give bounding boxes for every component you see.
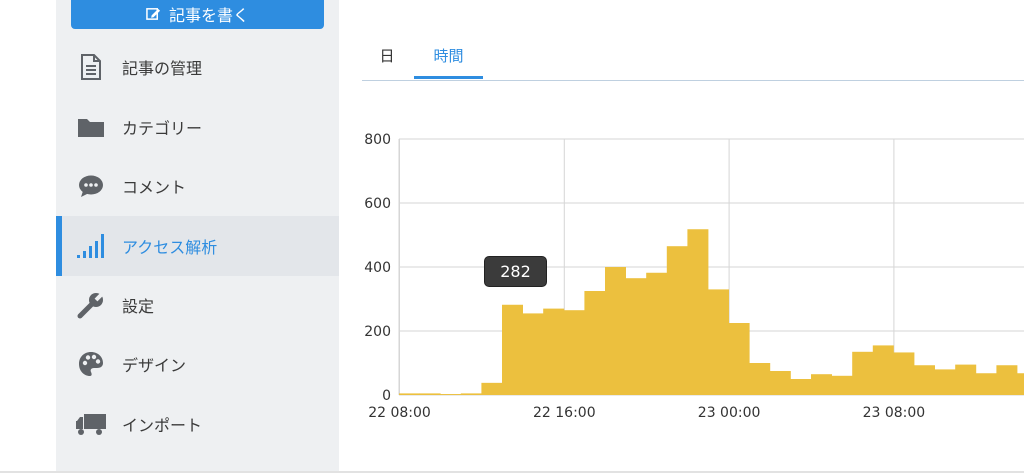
chart-bar bbox=[687, 229, 709, 395]
chart-bar bbox=[769, 371, 791, 395]
chart-bar bbox=[481, 382, 503, 395]
chart-tooltip: 282 bbox=[484, 256, 547, 287]
comment-icon bbox=[74, 171, 108, 201]
sidebar-item-label: アクセス解析 bbox=[122, 238, 218, 257]
tab-day[interactable]: 日 bbox=[372, 32, 402, 79]
signal-bars-icon bbox=[74, 231, 108, 261]
sidebar: 記事を書く 記事の管理 カテゴリー コメント アクセス解析 設定 デザイン イン… bbox=[56, 0, 339, 473]
chart-bar bbox=[1017, 373, 1024, 395]
sidebar-item-access-analytics[interactable]: アクセス解析 bbox=[56, 216, 339, 276]
sidebar-item-import[interactable]: インポート bbox=[56, 394, 339, 454]
palette-icon bbox=[74, 349, 108, 379]
chart-bar bbox=[872, 345, 894, 395]
tooltip-value: 282 bbox=[500, 262, 531, 281]
sidebar-item-comment[interactable]: コメント bbox=[56, 156, 339, 216]
sidebar-item-article-management[interactable]: 記事の管理 bbox=[56, 37, 339, 97]
sidebar-item-label: インポート bbox=[122, 416, 203, 435]
x-tick-label: 22 08:00 bbox=[368, 405, 431, 421]
chart-bar bbox=[975, 373, 997, 395]
tab-hour[interactable]: 時間 bbox=[414, 32, 483, 79]
chart-bar bbox=[852, 351, 874, 395]
truck-icon bbox=[74, 409, 108, 439]
chart-bar bbox=[522, 313, 544, 395]
chart-bar bbox=[996, 365, 1018, 395]
x-tick-label: 23 00:00 bbox=[698, 405, 761, 421]
chart-bar bbox=[831, 375, 853, 395]
y-tick-label: 200 bbox=[364, 324, 391, 340]
chart-bar bbox=[749, 363, 771, 395]
edit-icon bbox=[146, 8, 161, 20]
chart-bar bbox=[460, 393, 482, 395]
chart-bar bbox=[790, 379, 812, 395]
sidebar-item-label: デザイン bbox=[122, 356, 187, 375]
chart-bar bbox=[625, 278, 647, 395]
folder-icon bbox=[74, 112, 108, 142]
chart-bar bbox=[893, 352, 915, 395]
chart-bar bbox=[543, 308, 565, 395]
chart-bar bbox=[914, 365, 935, 395]
chart-bar bbox=[666, 246, 688, 395]
sidebar-item-label: 記事の管理 bbox=[122, 59, 203, 78]
chart-bar bbox=[419, 393, 441, 395]
y-tick-label: 600 bbox=[364, 196, 391, 212]
chart-bar bbox=[646, 272, 668, 395]
chart-bar bbox=[502, 304, 523, 395]
y-tick-label: 800 bbox=[364, 132, 391, 148]
sidebar-item-label: カテゴリー bbox=[122, 119, 203, 138]
tab-bar: 日 時間 bbox=[362, 32, 1024, 81]
sidebar-item-settings[interactable]: 設定 bbox=[56, 275, 339, 335]
chart-bar bbox=[399, 393, 420, 395]
sidebar-item-label: 設定 bbox=[122, 297, 155, 316]
chart-bar bbox=[955, 364, 977, 395]
chart-bar bbox=[811, 374, 832, 395]
write-article-button[interactable]: 記事を書く bbox=[71, 0, 324, 29]
sidebar-item-design[interactable]: デザイン bbox=[56, 334, 339, 394]
sidebar-item-label: コメント bbox=[122, 178, 187, 197]
x-tick-label: 23 08:00 bbox=[863, 405, 926, 421]
x-tick-label: 22 16:00 bbox=[533, 405, 596, 421]
write-article-label: 記事を書く bbox=[168, 5, 249, 25]
chart-bar bbox=[934, 369, 956, 395]
chart-bar bbox=[584, 291, 606, 395]
access-chart: 0 200 400 600 800 22 08:00 22 16:00 23 00:00 23 … bbox=[364, 132, 1024, 421]
wrench-icon bbox=[74, 290, 108, 320]
chart-bar bbox=[728, 323, 750, 395]
document-icon bbox=[74, 52, 108, 82]
chart-bar bbox=[563, 310, 585, 395]
chart-bar bbox=[605, 267, 626, 395]
y-tick-label: 0 bbox=[382, 388, 391, 404]
sidebar-item-category[interactable]: カテゴリー bbox=[56, 97, 339, 157]
chart-bar bbox=[440, 394, 462, 395]
chart-bar bbox=[708, 289, 729, 395]
y-tick-label: 400 bbox=[364, 260, 391, 276]
